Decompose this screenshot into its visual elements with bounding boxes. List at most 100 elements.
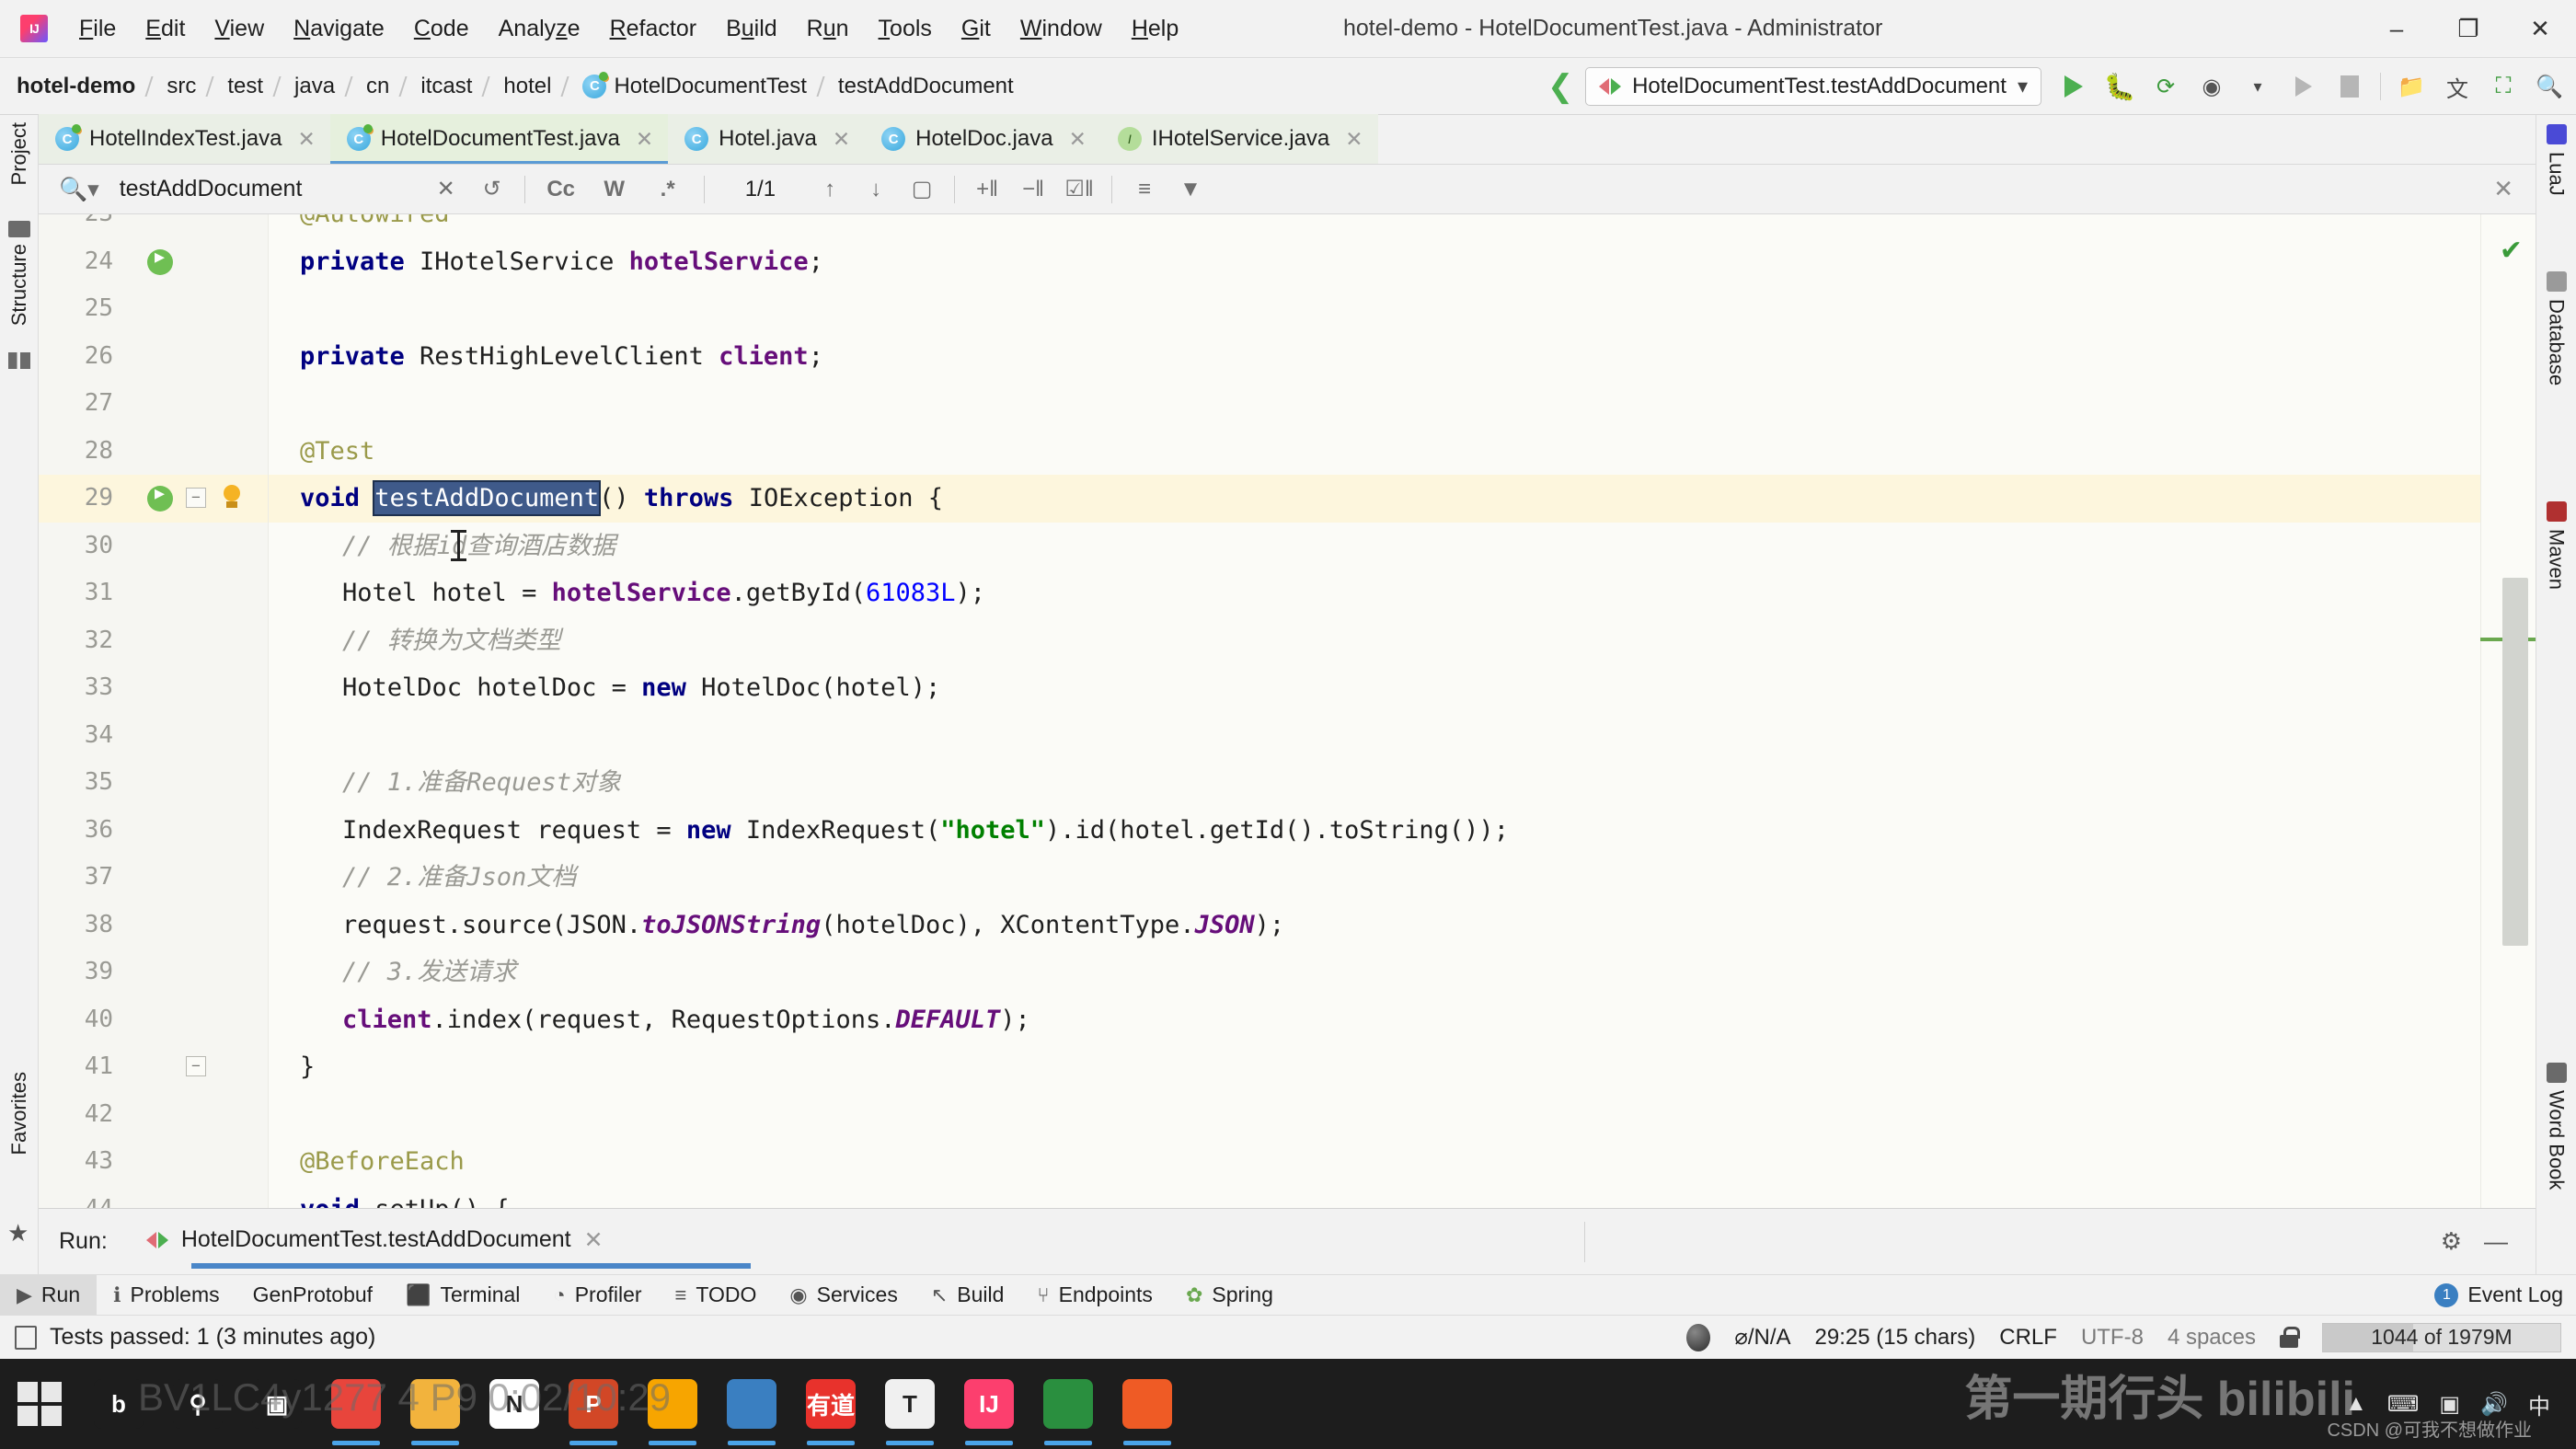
minimize-button[interactable]: – bbox=[2361, 0, 2432, 58]
editor-tab-hoteldoc[interactable]: C HotelDoc.java ✕ bbox=[865, 114, 1101, 164]
code-line[interactable]: void setUp() { bbox=[269, 1186, 2480, 1209]
code-line[interactable]: // 2.准备Json文档 bbox=[269, 854, 2480, 902]
inspection-ok-icon[interactable]: ✔ bbox=[2500, 235, 2523, 267]
tool-window-problems[interactable]: ℹ Problems bbox=[97, 1275, 236, 1316]
translate-icon[interactable]: 文 bbox=[2436, 65, 2478, 108]
tool-window-todo[interactable]: ≡ TODO bbox=[659, 1275, 774, 1316]
intention-bulb-icon[interactable] bbox=[221, 485, 243, 511]
vcs-branch-icon[interactable] bbox=[1686, 1323, 1711, 1351]
taskbar-powerpoint-icon[interactable]: P bbox=[554, 1359, 633, 1449]
taskbar-vmware-icon[interactable] bbox=[633, 1359, 712, 1449]
sidebar-item-luaj[interactable]: LuaJ bbox=[2545, 124, 2569, 196]
run-configuration-selector[interactable]: HotelDocumentTest.testAddDocument ▾ bbox=[1585, 67, 2041, 106]
taskbar-typora-icon[interactable]: T bbox=[870, 1359, 949, 1449]
menu-item-file[interactable]: File bbox=[64, 12, 131, 46]
close-tab-icon[interactable]: ✕ bbox=[833, 127, 850, 152]
editor-tab-hotelindextest[interactable]: C HotelIndexTest.java ✕ bbox=[39, 114, 330, 164]
code-line[interactable]: // 3.发送请求 bbox=[269, 949, 2480, 996]
filter-icon[interactable]: ▼ bbox=[1167, 169, 1213, 210]
tool-window-build[interactable]: ↖ Build bbox=[914, 1275, 1021, 1316]
console-icon[interactable]: ⛶ bbox=[2482, 65, 2524, 108]
breadcrumb-item-java[interactable]: java bbox=[285, 72, 344, 101]
code-line[interactable]: void testAddDocument() throws IOExceptio… bbox=[269, 475, 2480, 523]
minimize-panel-icon[interactable]: — bbox=[2484, 1227, 2508, 1256]
error-stripe-marks[interactable]: ✔ bbox=[2480, 214, 2536, 1208]
search-history-icon[interactable]: ↺ bbox=[469, 169, 515, 210]
taskbar-youdao-dict-icon[interactable]: 有道 bbox=[791, 1359, 870, 1449]
close-button[interactable]: ✕ bbox=[2504, 0, 2576, 58]
taskbar-bilibili-icon[interactable]: b bbox=[79, 1359, 158, 1449]
debug-icon[interactable]: 🐛 bbox=[2099, 65, 2141, 108]
code-line[interactable]: // 1.准备Request对象 bbox=[269, 759, 2480, 807]
menu-item-navigate[interactable]: Navigate bbox=[279, 12, 399, 46]
code-line[interactable] bbox=[269, 1091, 2480, 1139]
gutter-run-icon[interactable] bbox=[147, 481, 173, 512]
tray-icon-4[interactable]: 中 bbox=[2528, 1388, 2550, 1420]
editor-gutter[interactable]: 23 24 25 26 27 28 29 − 30 31 32 33 34 35 36 37 38 39 40 41 −… bbox=[39, 214, 269, 1208]
vcs-branch-label[interactable]: ⌀/N/A bbox=[1734, 1324, 1790, 1351]
next-match-icon[interactable]: ↓ bbox=[853, 169, 899, 210]
editor-vertical-scrollbar[interactable] bbox=[2502, 578, 2528, 946]
select-all-occurrences-icon[interactable]: ▢ bbox=[899, 169, 945, 210]
add-line-icon[interactable]: +‖ bbox=[964, 169, 1010, 210]
close-find-icon[interactable]: ✕ bbox=[2493, 175, 2513, 203]
regex-toggle[interactable]: .* bbox=[641, 169, 695, 210]
taskbar-task-view-icon[interactable]: ▣ bbox=[237, 1359, 316, 1449]
taskbar-remote-desktop-icon[interactable] bbox=[712, 1359, 791, 1449]
sidebar-item-word-book[interactable]: Word Book bbox=[2545, 1063, 2569, 1190]
maximize-button[interactable]: ❐ bbox=[2432, 0, 2504, 58]
menu-item-code[interactable]: Code bbox=[399, 12, 484, 46]
code-line[interactable]: @Test bbox=[269, 428, 2480, 476]
taskbar-intellij-idea-icon[interactable]: IJ bbox=[949, 1359, 1029, 1449]
search-icon[interactable]: 🔍▾ bbox=[59, 176, 99, 203]
tool-window-endpoints[interactable]: ⑂ Endpoints bbox=[1020, 1275, 1169, 1316]
tool-window-profiler[interactable]: ◔ Profiler bbox=[536, 1275, 658, 1316]
update-project-icon[interactable]: 📁 bbox=[2390, 65, 2432, 108]
tray-icon-1[interactable]: ⌨ bbox=[2387, 1391, 2420, 1418]
menu-item-analyze[interactable]: Analyze bbox=[484, 12, 595, 46]
code-content[interactable]: @Autowired private IHotelService hotelSer… bbox=[269, 214, 2480, 1208]
sidebar-item-database[interactable]: Database bbox=[2545, 271, 2569, 385]
code-line[interactable] bbox=[269, 712, 2480, 760]
search-input[interactable] bbox=[119, 176, 423, 202]
back-arrow-icon[interactable]: ❮ bbox=[1539, 65, 1581, 108]
code-line[interactable]: HotelDoc hotelDoc = new HotelDoc(hotel); bbox=[269, 664, 2480, 712]
previous-match-icon[interactable]: ↑ bbox=[807, 169, 853, 210]
run-session-tab[interactable]: HotelDocumentTest.testAddDocument ✕ bbox=[145, 1226, 604, 1258]
breadcrumb-item-hotel-demo[interactable]: hotel-demo bbox=[7, 72, 144, 101]
breadcrumb-item-hotel[interactable]: hotel bbox=[494, 72, 560, 101]
taskbar-file-explorer-icon[interactable] bbox=[396, 1359, 475, 1449]
taskbar-navicat-icon[interactable] bbox=[1029, 1359, 1108, 1449]
menu-item-window[interactable]: Window bbox=[1006, 12, 1117, 46]
run-with-coverage-icon[interactable]: ⟳ bbox=[2145, 65, 2187, 108]
code-line[interactable]: @BeforeEach bbox=[269, 1138, 2480, 1186]
taskbar-notepad-icon[interactable]: N bbox=[475, 1359, 554, 1449]
close-tab-icon[interactable]: ✕ bbox=[297, 127, 315, 152]
breadcrumb-item-hoteldocumenttest[interactable]: C HotelDocumentTest bbox=[573, 71, 815, 101]
code-line[interactable]: @Autowired bbox=[269, 214, 2480, 238]
match-case-toggle[interactable]: Cc bbox=[535, 169, 588, 210]
menu-item-help[interactable]: Help bbox=[1117, 12, 1193, 46]
tool-window-run[interactable]: ▶ Run bbox=[0, 1274, 98, 1316]
taskbar-postman-icon[interactable] bbox=[1108, 1359, 1187, 1449]
editor-tab-ihotelservice[interactable]: I IHotelService.java ✕ bbox=[1100, 114, 1378, 164]
menu-item-refactor[interactable]: Refactor bbox=[595, 12, 712, 46]
taskbar-search-icon[interactable]: ⚲ bbox=[158, 1359, 237, 1449]
code-line[interactable]: private IHotelService hotelService; bbox=[269, 238, 2480, 286]
code-line[interactable]: private RestHighLevelClient client; bbox=[269, 333, 2480, 381]
filter-results-icon[interactable]: ≡ bbox=[1121, 169, 1167, 210]
line-separator[interactable]: CRLF bbox=[1999, 1325, 2057, 1351]
indent-setting[interactable]: 4 spaces bbox=[2168, 1325, 2256, 1351]
tray-icon-3[interactable]: 🔊 bbox=[2480, 1391, 2508, 1418]
file-encoding[interactable]: UTF-8 bbox=[2081, 1325, 2144, 1351]
code-line[interactable] bbox=[269, 285, 2480, 333]
tool-window-spring[interactable]: ✿ Spring bbox=[1169, 1275, 1290, 1316]
breadcrumb-item-itcast[interactable]: itcast bbox=[411, 72, 481, 101]
caret-position[interactable]: 29:25 (15 chars) bbox=[1815, 1325, 1976, 1351]
tray-icon-0[interactable]: ▲ bbox=[2345, 1391, 2367, 1417]
tool-window-services[interactable]: ◉ Services bbox=[773, 1275, 914, 1316]
gear-icon[interactable]: ⚙ bbox=[2441, 1227, 2462, 1256]
editor-tab-hoteldocumenttest[interactable]: C HotelDocumentTest.java ✕ bbox=[329, 114, 669, 164]
code-line[interactable]: // 转换为文档类型 bbox=[269, 617, 2480, 665]
run-icon[interactable] bbox=[2053, 65, 2095, 108]
